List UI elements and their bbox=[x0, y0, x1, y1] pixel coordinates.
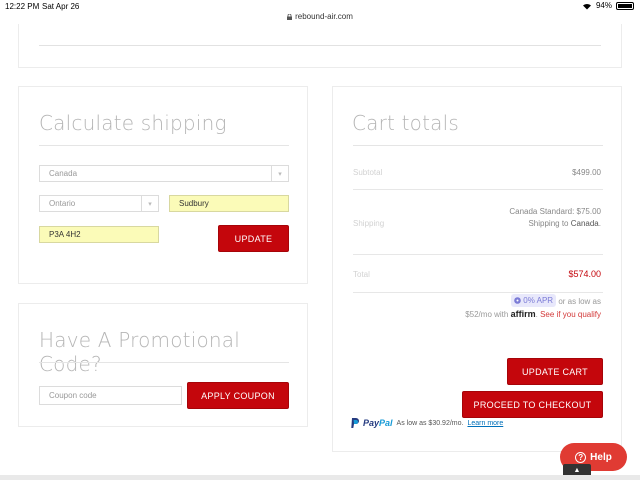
city-field[interactable]: Sudbury bbox=[169, 195, 289, 212]
status-indicators: 94% bbox=[582, 1, 634, 10]
cart-totals-title: Cart totals bbox=[352, 111, 459, 135]
paypal-message: PayPal As low as $30.92/mo. Learn more bbox=[351, 418, 503, 428]
divider bbox=[353, 189, 603, 190]
proceed-to-checkout-button[interactable]: PROCEED TO CHECKOUT bbox=[462, 391, 603, 418]
province-select[interactable]: Ontario ▾ bbox=[39, 195, 159, 212]
divider bbox=[39, 45, 601, 46]
country-value: Canada bbox=[49, 169, 78, 178]
calculate-shipping-card: Calculate shipping Canada ▾ Ontario ▾ Su… bbox=[18, 86, 308, 284]
subtotal-label: Subtotal bbox=[353, 168, 383, 177]
help-label: Help bbox=[590, 451, 612, 463]
status-time: 12:22 PM bbox=[5, 2, 40, 11]
learn-more-link[interactable]: Learn more bbox=[467, 420, 503, 427]
status-bar: 12:22 PM Sat Apr 26 rebound-air.com 94% bbox=[0, 0, 640, 26]
address-bar[interactable]: rebound-air.com bbox=[0, 12, 640, 21]
promo-title: Have A Promotional Code? bbox=[39, 328, 241, 376]
affirm-logo: affirm bbox=[510, 309, 536, 319]
paypal-logo: PayPal bbox=[363, 418, 393, 428]
chevron-down-icon: ▾ bbox=[271, 166, 288, 181]
divider bbox=[39, 362, 289, 363]
update-button[interactable]: UPDATE bbox=[218, 225, 289, 252]
subtotal-value: $499.00 bbox=[572, 168, 601, 177]
total-label: Total bbox=[353, 270, 370, 279]
paypal-icon bbox=[351, 418, 359, 428]
total-value: $574.00 bbox=[568, 269, 601, 279]
tag-icon bbox=[514, 297, 522, 304]
battery-percent: 94% bbox=[595, 1, 612, 10]
city-value: Sudbury bbox=[179, 199, 209, 208]
postcode-value: P3A 4H2 bbox=[49, 230, 81, 239]
url-text: rebound-air.com bbox=[295, 12, 353, 21]
lock-icon bbox=[287, 14, 293, 20]
previous-section-card bbox=[18, 24, 622, 68]
promo-code-card: Have A Promotional Code? Coupon code APP… bbox=[18, 303, 308, 427]
status-date: Sat Apr 26 bbox=[42, 2, 80, 11]
chevron-down-icon: ▾ bbox=[141, 196, 158, 211]
apr-badge: 0% APR bbox=[511, 294, 557, 307]
divider bbox=[353, 292, 603, 293]
shipping-label: Shipping bbox=[353, 219, 385, 228]
divider bbox=[39, 145, 289, 146]
divider bbox=[353, 254, 603, 255]
see-if-you-qualify-link[interactable]: See if you qualify bbox=[540, 310, 601, 319]
shipping-title: Calculate shipping bbox=[39, 111, 227, 135]
country-select[interactable]: Canada ▾ bbox=[39, 165, 289, 182]
apply-coupon-button[interactable]: APPLY COUPON bbox=[187, 382, 289, 409]
wifi-icon bbox=[582, 3, 591, 9]
as-low-as-text: or as low as bbox=[558, 297, 601, 306]
apr-text: 0% APR bbox=[523, 296, 554, 305]
postcode-field[interactable]: P3A 4H2 bbox=[39, 226, 159, 243]
shipping-method: Canada Standard: $75.00 bbox=[509, 207, 601, 216]
province-value: Ontario bbox=[49, 199, 76, 208]
shipping-to-label: Shipping to bbox=[528, 219, 569, 228]
shipping-details: Canada Standard: $75.00 Shipping to Cana… bbox=[509, 206, 601, 230]
shipping-destination: Shipping to Canada. bbox=[528, 219, 601, 228]
cart-totals-card: Cart totals Subtotal $499.00 Shipping Ca… bbox=[332, 86, 622, 452]
divider bbox=[353, 145, 603, 146]
affirm-promo: 0% APR or as low as $52/mo with affirm. … bbox=[465, 294, 601, 319]
question-icon: ? bbox=[575, 451, 587, 463]
monthly-text: $52/mo with bbox=[465, 310, 509, 319]
coupon-placeholder: Coupon code bbox=[49, 391, 97, 400]
shipping-country: Canada bbox=[570, 219, 599, 228]
paypal-text: As low as $30.92/mo. bbox=[396, 419, 464, 427]
battery-icon bbox=[616, 1, 634, 10]
coupon-input[interactable]: Coupon code bbox=[39, 386, 182, 405]
bottom-toolbar bbox=[0, 475, 640, 480]
update-cart-button[interactable]: UPDATE CART bbox=[507, 358, 603, 385]
